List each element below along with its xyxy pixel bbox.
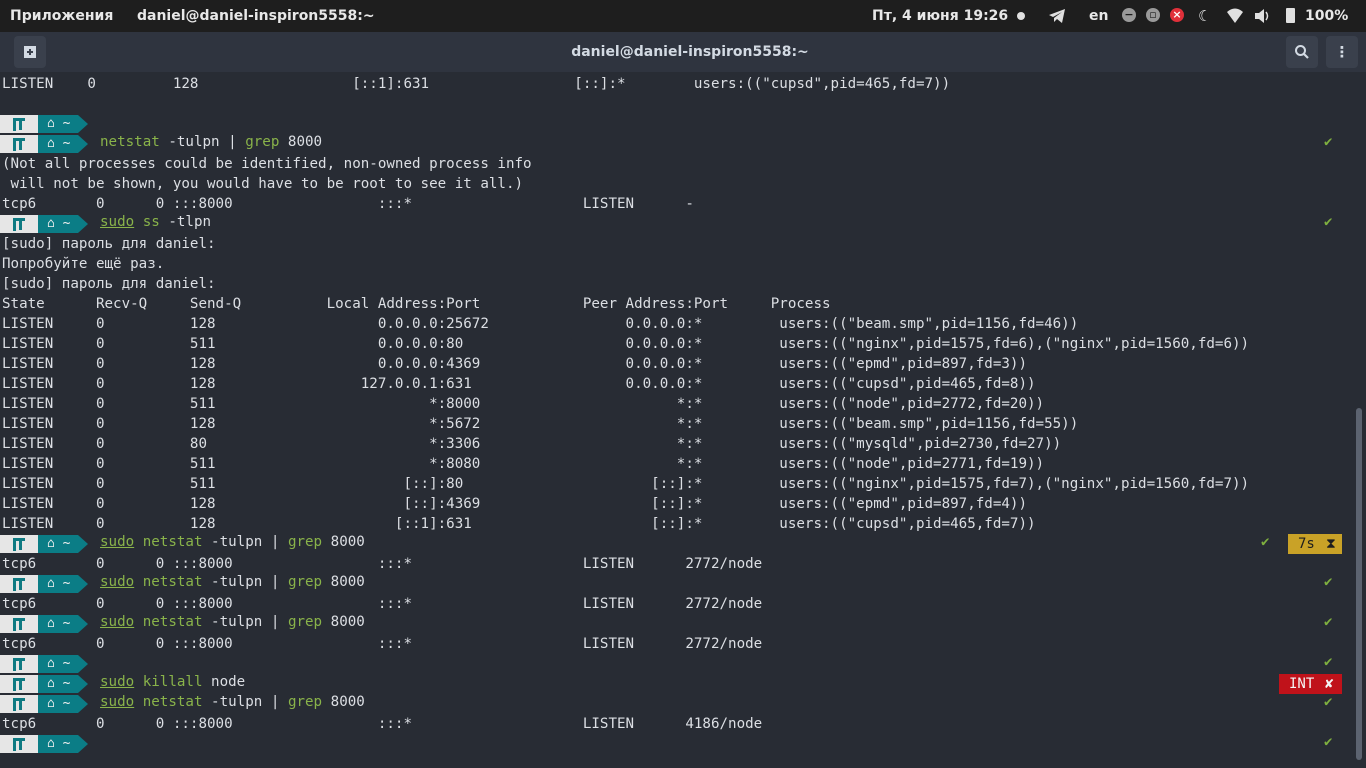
telegram-icon[interactable] xyxy=(1048,8,1066,24)
output-line: tcp6 0 0 :::8000 :::* LISTEN - xyxy=(2,196,694,212)
command-line: sudo netstat -tulpn | grep 8000 xyxy=(100,694,365,710)
success-check-icon: ✔ xyxy=(1261,534,1270,550)
terminal-output[interactable]: LISTEN 0 128 [::1]:631 [::]:* users:(("c… xyxy=(0,72,1352,768)
table-row: LISTEN 0 511 *:8080 *:* users:(("node",p… xyxy=(2,456,1045,472)
output-line: LISTEN 0 128 [::1]:631 [::]:* users:(("c… xyxy=(2,76,951,92)
keyboard-layout-indicator[interactable]: en xyxy=(1089,0,1108,32)
error-x-icon: ✘ xyxy=(1325,676,1334,692)
output-line: will not be shown, you would have to be … xyxy=(2,176,524,192)
output-line: tcp6 0 0 :::8000 :::* LISTEN 2772/node xyxy=(2,596,763,612)
clock[interactable]: Пт, 4 июня 19:26 xyxy=(872,0,1008,32)
output-line: [sudo] пароль для daniel: xyxy=(2,236,216,252)
table-header: State Recv-Q Send-Q Local Address:Port P… xyxy=(2,296,831,312)
hourglass-icon: ⧗ xyxy=(1326,536,1336,552)
table-row: LISTEN 0 128 [::]:4369 [::]:* users:(("e… xyxy=(2,496,1027,512)
duration-badge: 7s ⧗ xyxy=(1288,534,1342,554)
wifi-icon[interactable] xyxy=(1226,8,1244,24)
notification-dot-icon[interactable] xyxy=(1017,12,1025,20)
interrupted-badge: INT ✘ xyxy=(1279,674,1342,694)
minimize-icon[interactable]: − xyxy=(1122,8,1136,22)
output-line: tcp6 0 0 :::8000 :::* LISTEN 2772/node xyxy=(2,556,763,572)
maximize-icon[interactable]: ▫ xyxy=(1146,8,1160,22)
success-check-icon: ✔ xyxy=(1324,734,1333,750)
prompt-dir: ⌂ ~ xyxy=(38,655,78,673)
success-check-icon: ✔ xyxy=(1324,134,1333,150)
menu-button[interactable]: ⋮ xyxy=(1326,36,1358,68)
night-light-icon[interactable]: ☾ xyxy=(1198,0,1211,32)
output-line: Попробуйте ещё раз. xyxy=(2,256,165,272)
kebab-menu-icon: ⋮ xyxy=(1334,43,1350,61)
success-check-icon: ✔ xyxy=(1324,694,1333,710)
prompt-dir: ⌂ ~ xyxy=(38,675,78,693)
battery-percentage[interactable]: 100% xyxy=(1305,0,1348,32)
command-line: sudo netstat -tulpn | grep 8000 xyxy=(100,574,365,590)
volume-icon[interactable] xyxy=(1254,8,1272,24)
table-row: LISTEN 0 128 127.0.0.1:631 0.0.0.0:* use… xyxy=(2,376,1036,392)
success-check-icon: ✔ xyxy=(1324,574,1333,590)
prompt-dir: ⌂ ~ xyxy=(38,735,78,753)
table-row: LISTEN 0 128 *:5672 *:* users:(("beam.sm… xyxy=(2,416,1079,432)
terminal-window-title: daniel@daniel-inspiron5558:~ xyxy=(571,44,809,60)
output-line: tcp6 0 0 :::8000 :::* LISTEN 2772/node xyxy=(2,636,763,652)
table-row: LISTEN 0 128 0.0.0.0:25672 0.0.0.0:* use… xyxy=(2,316,1079,332)
command-line: netstat -tulpn | grep 8000 xyxy=(100,134,323,150)
prompt-dir: ⌂ ~ xyxy=(38,575,78,593)
command-line: sudo ss -tlpn xyxy=(100,214,212,230)
success-check-icon: ✔ xyxy=(1324,614,1333,630)
success-check-icon: ✔ xyxy=(1324,214,1333,230)
command-line: sudo netstat -tulpn | grep 8000 xyxy=(100,614,365,630)
table-row: LISTEN 0 511 [::]:80 [::]:* users:(("ngi… xyxy=(2,476,1250,492)
close-icon[interactable]: × xyxy=(1170,8,1184,22)
prompt-dir: ⌂ ~ xyxy=(38,115,78,133)
active-window-title[interactable]: daniel@daniel-inspiron5558:~ xyxy=(137,0,375,32)
applications-menu[interactable]: Приложения xyxy=(10,0,113,32)
prompt-dir: ⌂ ~ xyxy=(38,695,78,713)
search-button[interactable] xyxy=(1286,36,1318,68)
prompt-dir: ⌂ ~ xyxy=(38,535,78,553)
terminal-titlebar: daniel@daniel-inspiron5558:~ ⋮ xyxy=(0,32,1366,72)
table-row: LISTEN 0 511 *:8000 *:* users:(("node",p… xyxy=(2,396,1045,412)
system-top-bar: Приложения daniel@daniel-inspiron5558:~ … xyxy=(0,0,1366,32)
table-row: LISTEN 0 128 [::1]:631 [::]:* users:(("c… xyxy=(2,516,1036,532)
table-row: LISTEN 0 80 *:3306 *:* users:(("mysqld",… xyxy=(2,436,1062,452)
output-line: tcp6 0 0 :::8000 :::* LISTEN 4186/node xyxy=(2,716,763,732)
prompt-dir: ⌂ ~ xyxy=(38,215,78,233)
battery-icon[interactable] xyxy=(1286,8,1295,23)
prompt-dir: ⌂ ~ xyxy=(38,615,78,633)
command-line: sudo killall node xyxy=(100,674,246,690)
success-check-icon: ✔ xyxy=(1324,654,1333,670)
terminal-scrollbar[interactable] xyxy=(1356,408,1362,760)
prompt-dir: ⌂ ~ xyxy=(38,135,78,153)
table-row: LISTEN 0 511 0.0.0.0:80 0.0.0.0:* users:… xyxy=(2,336,1250,352)
table-row: LISTEN 0 128 0.0.0.0:4369 0.0.0.0:* user… xyxy=(2,356,1027,372)
command-line: sudo netstat -tulpn | grep 8000 xyxy=(100,534,365,550)
search-icon xyxy=(1295,45,1309,59)
output-line: [sudo] пароль для daniel: xyxy=(2,276,216,292)
output-line: (Not all processes could be identified, … xyxy=(2,156,532,172)
